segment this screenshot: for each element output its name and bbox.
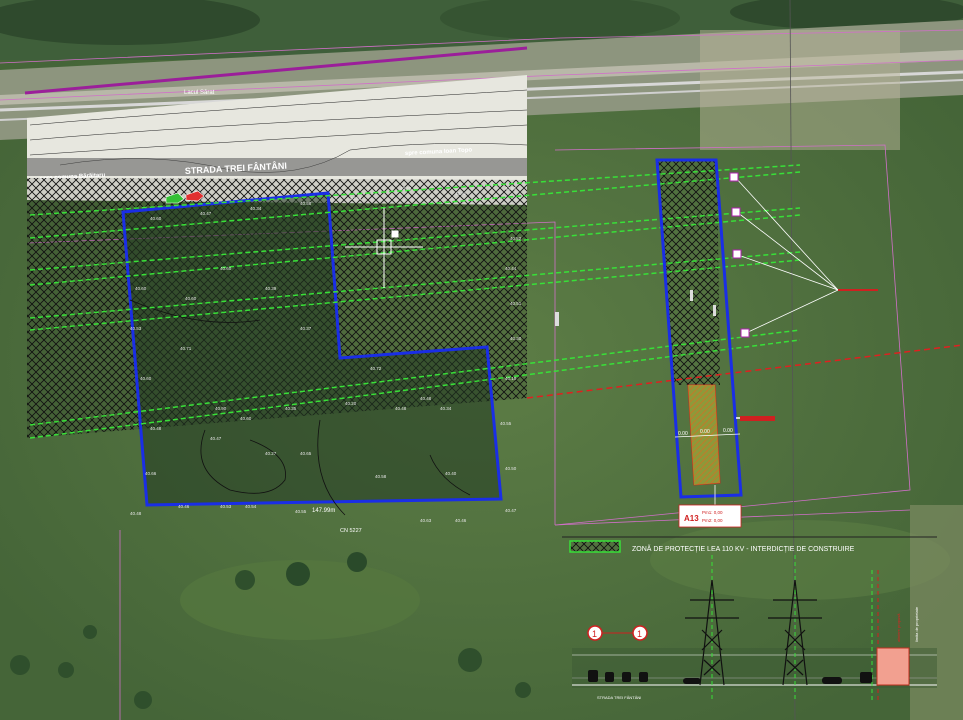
legend-protection-zone-text: ZONĂ DE PROTECȚIE LEA 110 KV - INTERDICȚ… xyxy=(632,544,855,553)
elevation-label: 40.48 xyxy=(150,426,162,431)
elevation-label: 40.63 xyxy=(420,518,432,523)
cadastral-number: CN 5227 xyxy=(340,528,362,534)
side-length-label: 147.99m xyxy=(312,508,335,514)
section-label-limit: limita de proprietate xyxy=(914,606,919,642)
elevation-label: 40.50 xyxy=(505,466,517,471)
elevation-label: 40.71 xyxy=(180,346,192,351)
section-building xyxy=(876,647,910,686)
elevation-label: 40.48 xyxy=(420,396,432,401)
svg-text:1: 1 xyxy=(592,629,597,639)
elevation-label: 40.65 xyxy=(300,451,312,456)
elevation-label: 40.37 xyxy=(300,326,312,331)
elevation-label: 40.60 xyxy=(150,216,162,221)
elevation-label: 40.60 xyxy=(135,286,147,291)
lot-offset-3: 0.00 xyxy=(723,428,733,434)
elevation-label: 40.46 xyxy=(178,504,190,509)
elevation-label: 40.27 xyxy=(265,451,277,456)
elevation-label: 40.47 xyxy=(505,508,517,513)
elevation-label: 40.53 xyxy=(220,504,232,509)
elevation-label: 40.90 xyxy=(215,406,227,411)
lot-value-2: Pm2: 0,00 xyxy=(702,518,723,523)
elevation-label: 40.60 xyxy=(185,296,197,301)
elevation-label: 40.54 xyxy=(350,196,362,201)
section-street-label: STRADA TREI FÂNTÂNI xyxy=(597,695,641,700)
elevation-label: 40.60 xyxy=(240,416,252,421)
lot-value-1: Pm1: 0,00 xyxy=(702,510,723,515)
section-label-alignment: aliniere propusă xyxy=(896,613,901,642)
elevation-label: 40.40 xyxy=(400,186,412,191)
legend-hatch-swatch xyxy=(569,540,621,553)
elevation-label: 40.20 xyxy=(345,401,357,406)
elevation-label: 40.18 xyxy=(505,376,517,381)
lot-offset-1: 0.00 xyxy=(678,431,688,437)
elevation-label: 40.48 xyxy=(130,511,142,516)
elevation-label: 40.55 xyxy=(295,509,307,514)
svg-text:1: 1 xyxy=(637,629,642,639)
elevation-label: 40.52 xyxy=(510,236,522,241)
elevation-label: 40.47 xyxy=(200,211,212,216)
elevation-label: 40.72 xyxy=(370,366,382,371)
lot-offset-2: 0.00 xyxy=(700,429,710,435)
lacul-sarat-label: Lacul Sărat xyxy=(184,90,215,96)
elevation-label: 40.58 xyxy=(375,474,387,479)
lot-code: A13 xyxy=(684,514,699,523)
elevation-label: 40.55 xyxy=(500,421,512,426)
elevation-label: 40.46 xyxy=(455,518,467,523)
elevation-label: 40.53 xyxy=(130,326,142,331)
elevation-label: 40.66 xyxy=(145,471,157,476)
site-plan-map: Lacul Sărat STRADA TREI FÂNTÂNI spre com… xyxy=(0,0,963,720)
elevation-label: 40.34 xyxy=(250,206,262,211)
elevation-label: 40.30 xyxy=(510,336,522,341)
elevation-label: 40.58 xyxy=(300,201,312,206)
elevation-label: 40.48 xyxy=(395,406,407,411)
elevation-label: 40.54 xyxy=(245,504,257,509)
elevation-label: 40.35 xyxy=(285,406,297,411)
elevation-label: 40.51 xyxy=(510,301,522,306)
elevation-label: 40.52 xyxy=(455,191,467,196)
elevation-label: 40.56 xyxy=(505,186,517,191)
elevation-label: 40.60 xyxy=(140,376,152,381)
map-stage: Lacul Sărat STRADA TREI FÂNTÂNI spre com… xyxy=(0,0,963,720)
elevation-label: 40.60 xyxy=(220,266,232,271)
elevation-label: 40.44 xyxy=(505,266,517,271)
elevation-label: 40.47 xyxy=(210,436,222,441)
elevation-label: 40.40 xyxy=(445,471,457,476)
elevation-label: 40.39 xyxy=(265,286,277,291)
elevation-label: 40.34 xyxy=(440,406,452,411)
